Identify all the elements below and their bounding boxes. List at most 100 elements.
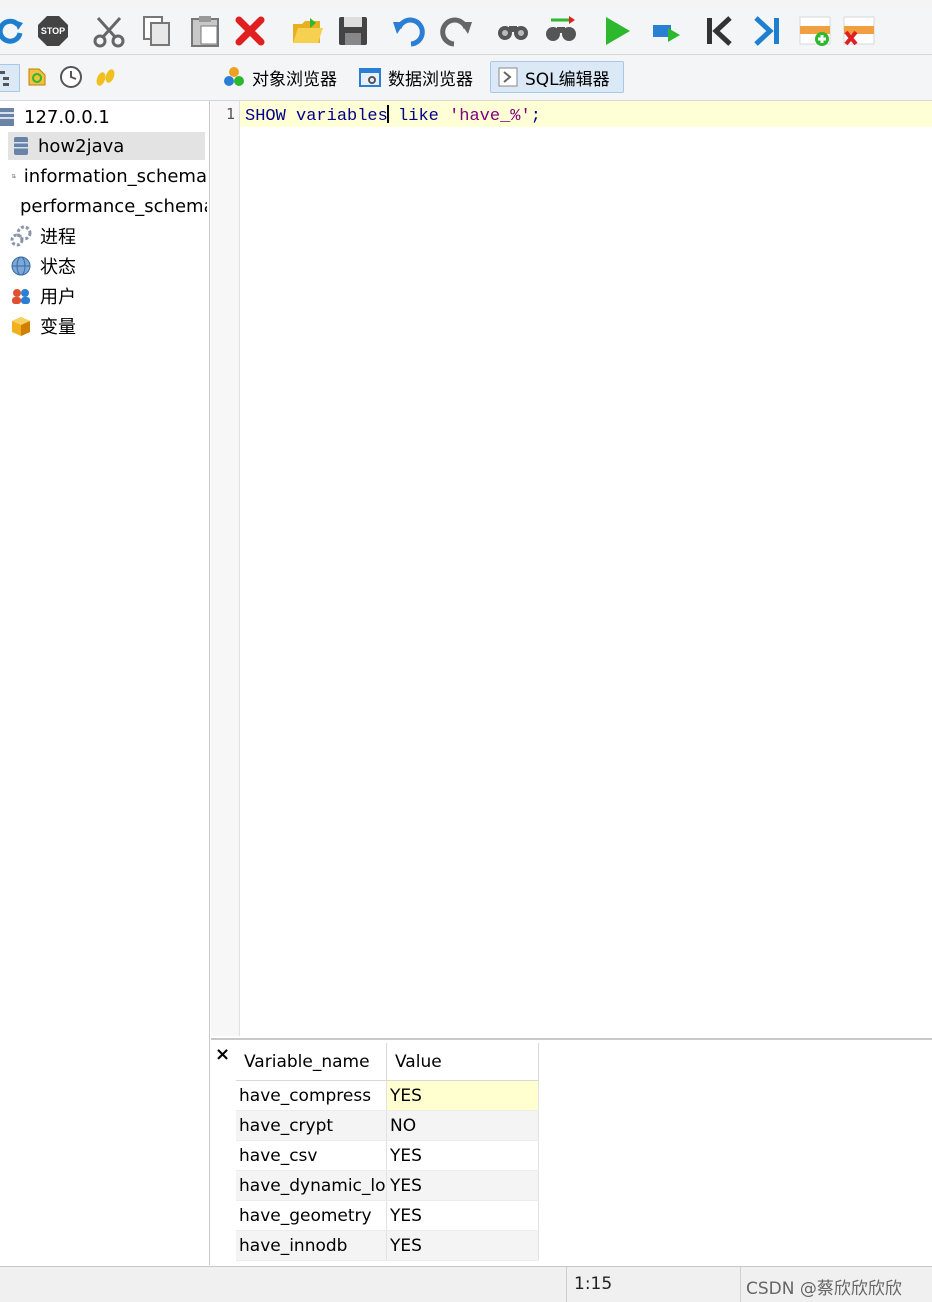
svg-text:STOP: STOP — [41, 26, 65, 36]
status-icon — [11, 256, 31, 276]
variables-icon — [12, 317, 30, 336]
cut-button[interactable] — [90, 12, 128, 50]
results-panel: × Variable_name Value have_compress YES … — [211, 1038, 932, 1267]
grid-cell[interactable]: YES — [386, 1170, 539, 1201]
text-caret — [386, 105, 389, 123]
tree-item-label: performance_schema — [20, 195, 207, 217]
delete-button[interactable] — [231, 12, 269, 50]
save-button[interactable] — [334, 12, 372, 50]
find-button[interactable] — [494, 12, 532, 50]
table-row[interactable]: have_crypt NO — [236, 1110, 539, 1141]
open-button[interactable] — [288, 12, 326, 50]
database-icon — [14, 137, 28, 155]
grid-cell[interactable]: have_geometry — [236, 1200, 387, 1231]
replace-button[interactable] — [542, 12, 580, 50]
refresh-object-icon — [28, 68, 46, 86]
tab-object-browser[interactable]: 对象浏览器 — [216, 61, 343, 93]
run-selection-icon — [653, 25, 680, 42]
sql-keyword: variables — [296, 107, 388, 126]
system-database-icon — [12, 174, 16, 179]
history-button[interactable] — [58, 64, 84, 90]
paste-button[interactable] — [186, 12, 224, 50]
sql-editor-icon — [498, 67, 518, 87]
column-header[interactable]: Value — [386, 1043, 539, 1081]
execute-button[interactable] — [598, 12, 636, 50]
execute-selection-button[interactable] — [648, 12, 686, 50]
table-row[interactable]: have_geometry YES — [236, 1200, 539, 1231]
find-icon — [498, 26, 528, 40]
last-record-button[interactable] — [748, 12, 786, 50]
grid-cell[interactable]: have_compress — [236, 1080, 387, 1111]
tree-item-label: 变量 — [40, 317, 76, 338]
data-browser-icon — [359, 68, 381, 87]
cut-icon — [93, 16, 125, 48]
stop-button[interactable]: STOP — [34, 12, 72, 50]
users-icon — [12, 289, 30, 304]
tree-view-icon — [0, 71, 9, 86]
history-icon — [60, 66, 82, 88]
table-row[interactable]: have_csv YES — [236, 1140, 539, 1171]
main-toolbar: STOP — [0, 8, 932, 55]
undo-button[interactable] — [390, 12, 428, 50]
tree-item-status[interactable]: 状态 — [8, 252, 207, 280]
redo-icon — [440, 17, 472, 47]
process-icon — [10, 225, 32, 247]
redo-button[interactable] — [437, 12, 475, 50]
delete-row-button[interactable] — [840, 12, 878, 50]
favorites-icon — [96, 69, 115, 86]
sql-editor[interactable]: 1 SHOW variables like 'have_%'; — [211, 101, 932, 1036]
tree-item-label: 进程 — [40, 227, 76, 248]
grid-cell[interactable]: YES — [386, 1200, 539, 1231]
add-row-icon — [799, 16, 831, 46]
results-grid[interactable]: Variable_name Value have_compress YES ha… — [236, 1043, 539, 1261]
tab-label: SQL编辑器 — [525, 69, 610, 90]
tree-view-button[interactable] — [0, 64, 20, 92]
sql-code-line[interactable]: SHOW variables like 'have_%'; — [245, 105, 541, 126]
object-browser-icon — [224, 67, 244, 86]
undo-icon — [393, 17, 425, 47]
tree-item-information-schema[interactable]: information_schema — [8, 162, 207, 190]
favorites-button[interactable] — [92, 64, 118, 90]
grid-cell[interactable]: have_crypt — [236, 1110, 387, 1141]
grid-cell[interactable]: have_innodb — [236, 1230, 387, 1261]
stop-icon: STOP — [38, 16, 68, 46]
grid-cell[interactable]: have_dynamic_lo — [236, 1170, 387, 1201]
refresh-object-button[interactable] — [24, 64, 50, 90]
view-toolbar: 对象浏览器 数据浏览器 SQL编辑器 — [0, 55, 932, 101]
column-header[interactable]: Variable_name — [236, 1043, 387, 1081]
table-row[interactable]: have_dynamic_lo YES — [236, 1170, 539, 1201]
tab-label: 数据浏览器 — [388, 69, 473, 90]
tree-item-label: 127.0.0.1 — [24, 106, 110, 128]
tab-data-browser[interactable]: 数据浏览器 — [352, 61, 479, 93]
close-results-button[interactable]: × — [215, 1044, 230, 1065]
grid-cell-selected[interactable]: YES — [386, 1080, 539, 1111]
object-tree: 127.0.0.1 how2java information_schema pe… — [0, 101, 210, 1265]
watermark-text: CSDN @蔡欣欣欣欣 — [746, 1279, 902, 1299]
add-row-button[interactable] — [796, 12, 834, 50]
refresh-button[interactable] — [0, 12, 30, 50]
grid-cell[interactable]: have_csv — [236, 1140, 387, 1171]
tree-item-how2java[interactable]: how2java — [8, 132, 205, 160]
sql-keyword: SHOW — [245, 107, 286, 126]
tree-item-performance-schema[interactable]: performance_schema — [8, 192, 207, 220]
tree-root-server[interactable]: 127.0.0.1 — [0, 103, 209, 131]
tab-label: 对象浏览器 — [252, 69, 337, 90]
tree-item-label: information_schema — [23, 165, 207, 187]
grid-cell[interactable]: NO — [386, 1110, 539, 1141]
tree-item-label: 用户 — [40, 287, 76, 308]
grid-cell[interactable]: YES — [386, 1230, 539, 1261]
first-record-button[interactable] — [700, 12, 738, 50]
sql-string: 'have_%' — [449, 107, 531, 126]
table-row[interactable]: have_compress YES — [236, 1080, 539, 1111]
grid-cell[interactable]: YES — [386, 1140, 539, 1171]
tree-item-users[interactable]: 用户 — [8, 282, 207, 310]
tree-item-processes[interactable]: 进程 — [8, 222, 207, 250]
save-icon — [339, 17, 367, 45]
status-divider — [566, 1267, 567, 1302]
copy-button[interactable] — [137, 12, 175, 50]
line-number: 1 — [225, 105, 235, 123]
status-bar: 1:15 CSDN @蔡欣欣欣欣 — [0, 1266, 932, 1302]
table-row[interactable]: have_innodb YES — [236, 1230, 539, 1261]
tab-sql-editor[interactable]: SQL编辑器 — [490, 61, 624, 93]
tree-item-variables[interactable]: 变量 — [8, 312, 207, 340]
